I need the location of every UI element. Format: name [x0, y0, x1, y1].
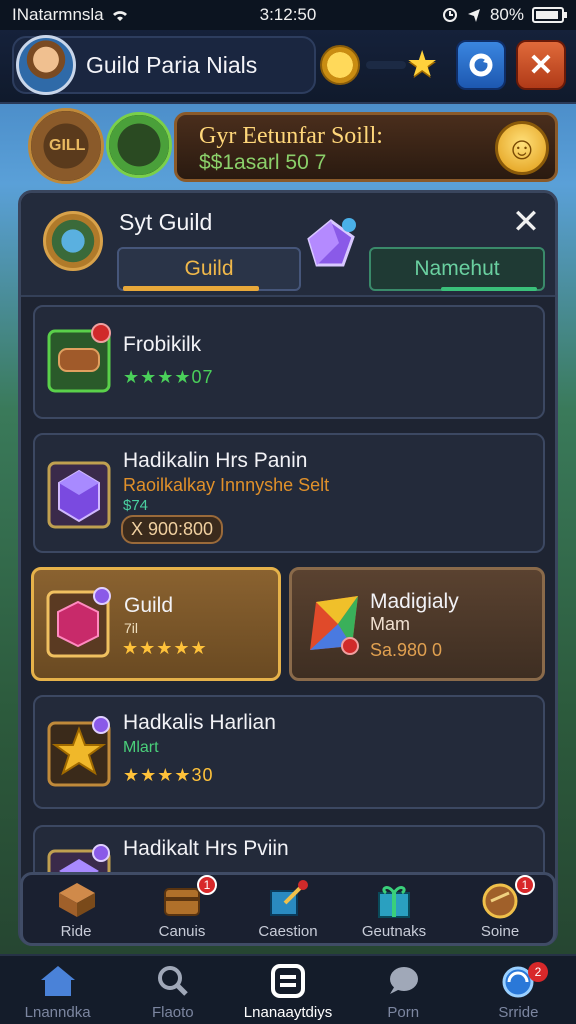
home-icon [40, 966, 75, 996]
star-badge-icon [47, 716, 111, 787]
action-toolbar: Ride 1 Canuis Caestion Geutnaks 1 Soine [20, 872, 556, 946]
toolbar-item-caestion[interactable]: Caestion [235, 875, 341, 943]
nav-item-home[interactable]: Lnanndka [0, 956, 115, 1024]
card-title: Hadkalis Harlian [123, 711, 276, 734]
gem-item-icon [47, 461, 111, 529]
panel-header: Syt Guild ✕ Guild Namehut [21, 193, 555, 297]
crystal-icon [307, 218, 356, 267]
battery-percent: 80% [489, 5, 524, 24]
card-rating: ★★★★07 [123, 367, 214, 387]
card-title: Frobikilk [123, 333, 202, 356]
nav-item-globe[interactable]: 2 Srride [461, 956, 576, 1024]
card-price: Sa.980 0 [370, 640, 443, 660]
search-icon [157, 966, 188, 996]
coin-icon [320, 45, 360, 85]
star-icon[interactable]: ★ [406, 44, 438, 84]
smiley-icon[interactable]: ☺ [495, 121, 549, 175]
top-header: Guild Paria Nials ★ ✕ [0, 30, 576, 104]
card-title: Hadikalin Hrs Panin [123, 449, 308, 472]
toolbar-item-geutnaks[interactable]: Geutnaks [341, 875, 447, 943]
toolbar-label: Canuis [158, 923, 206, 940]
wifi-icon [112, 11, 127, 21]
nav-label: Porn [387, 1004, 420, 1021]
toolbar-item-soine[interactable]: 1 Soine [447, 875, 553, 943]
close-button[interactable]: ✕ [516, 40, 566, 90]
coin-value-bar [366, 61, 406, 69]
notification-badge: 1 [515, 875, 535, 895]
guild-ring-icon [106, 112, 172, 178]
panel-close-icon[interactable]: ✕ [509, 205, 543, 239]
guild-emblem: GILL [18, 104, 172, 186]
crate-icon [59, 883, 95, 917]
player-profile[interactable]: Guild Paria Nials [12, 35, 316, 95]
card-title: Guild [124, 594, 174, 617]
panel-title: Syt Guild [119, 209, 213, 235]
toolbar-label: Caestion [258, 923, 318, 940]
guild-gear-icon [43, 211, 103, 271]
card-rating: ★★★★30 [123, 765, 214, 785]
price-pill[interactable]: X 900:800 [121, 515, 224, 544]
location-icon [467, 9, 480, 22]
banner-title: Gyr Eetunfar Soill: [199, 123, 383, 149]
battery-icon [532, 7, 567, 23]
clock: 3:12:50 [259, 5, 317, 24]
list-item[interactable]: Guild 7il ★★★★★ [31, 567, 281, 681]
refresh-icon [469, 53, 493, 77]
nav-label: Srride [498, 1004, 539, 1021]
guild-shield-icon: GILL [28, 108, 104, 184]
status-bar: INatarmnsla 3:12:50 80% [0, 0, 576, 30]
list-item[interactable]: Hadikalin Hrs Panin Raoilkalkay Innnyshe… [33, 433, 545, 553]
nav-item-chat[interactable]: Porn [346, 956, 461, 1024]
toolbar-item-canuis[interactable]: 1 Canuis [129, 875, 235, 943]
carrier-label: INatarmnsla [12, 5, 104, 24]
avatar[interactable] [16, 35, 76, 95]
banner-plate: Gyr Eetunfar Soill: $$1asarl 50 7 ☺ [174, 112, 558, 182]
rainbow-crystal-icon [310, 596, 359, 655]
nav-label: Lnanndka [24, 1004, 91, 1021]
list-item[interactable]: Frobikilk ★★★★07 [33, 305, 545, 419]
nav-item-menu[interactable]: Lnanaaytdiys [230, 956, 345, 1024]
toolbar-label: Geutnaks [361, 923, 427, 940]
gift-icon [378, 886, 410, 918]
tab-guild[interactable]: Guild [117, 247, 301, 291]
banner-subtitle: $$1asarl 50 7 [199, 151, 327, 174]
player-name: Guild Paria Nials [86, 51, 258, 78]
card-rating: ★★★★★ [122, 638, 208, 658]
card-price-label: $74 [123, 497, 149, 514]
close-icon: ✕ [528, 48, 554, 82]
alarm-icon [442, 8, 457, 22]
card-subtitle: 7il [124, 620, 139, 636]
list-item[interactable]: Madigialy Mam Sa.980 0 [289, 567, 545, 681]
guild-panel: Syt Guild ✕ Guild Namehut Frobikilk ★★★★… [18, 190, 558, 946]
notification-badge: 1 [197, 875, 217, 895]
menu-icon [271, 964, 305, 998]
refresh-button[interactable] [456, 40, 506, 90]
list-item[interactable]: Hadkalis Harlian Mlart ★★★★30 [33, 695, 545, 809]
guild-banner[interactable]: GILL Gyr Eetunfar Soill: $$1asarl 50 7 ☺ [14, 104, 558, 186]
scroll-item-icon [47, 323, 111, 393]
chat-icon [390, 967, 419, 994]
card-title: Madigialy [370, 590, 459, 613]
card-title: Hadikalt Hrs Pviin [123, 837, 289, 860]
bottom-nav: Lnanndka Flaoto Lnanaaytdiys Porn 2 Srri… [0, 954, 576, 1024]
card-subtitle: Raoilkalkay Innnyshe Selt [123, 475, 330, 495]
tab-namehut[interactable]: Namehut [369, 247, 545, 291]
nav-item-search[interactable]: Flaoto [115, 956, 230, 1024]
nav-label: Lnanaaytdiys [243, 1004, 333, 1021]
card-subtitle: Mam [370, 614, 410, 634]
cube-item-icon [46, 587, 111, 658]
key-icon [270, 880, 308, 916]
toolbar-label: Soine [480, 923, 520, 940]
nav-label: Flaoto [151, 1004, 194, 1021]
card-subtitle: Mlart [123, 739, 159, 756]
toolbar-item-ride[interactable]: Ride [23, 875, 129, 943]
toolbar-label: Ride [60, 923, 92, 940]
notification-badge: 2 [528, 962, 549, 982]
